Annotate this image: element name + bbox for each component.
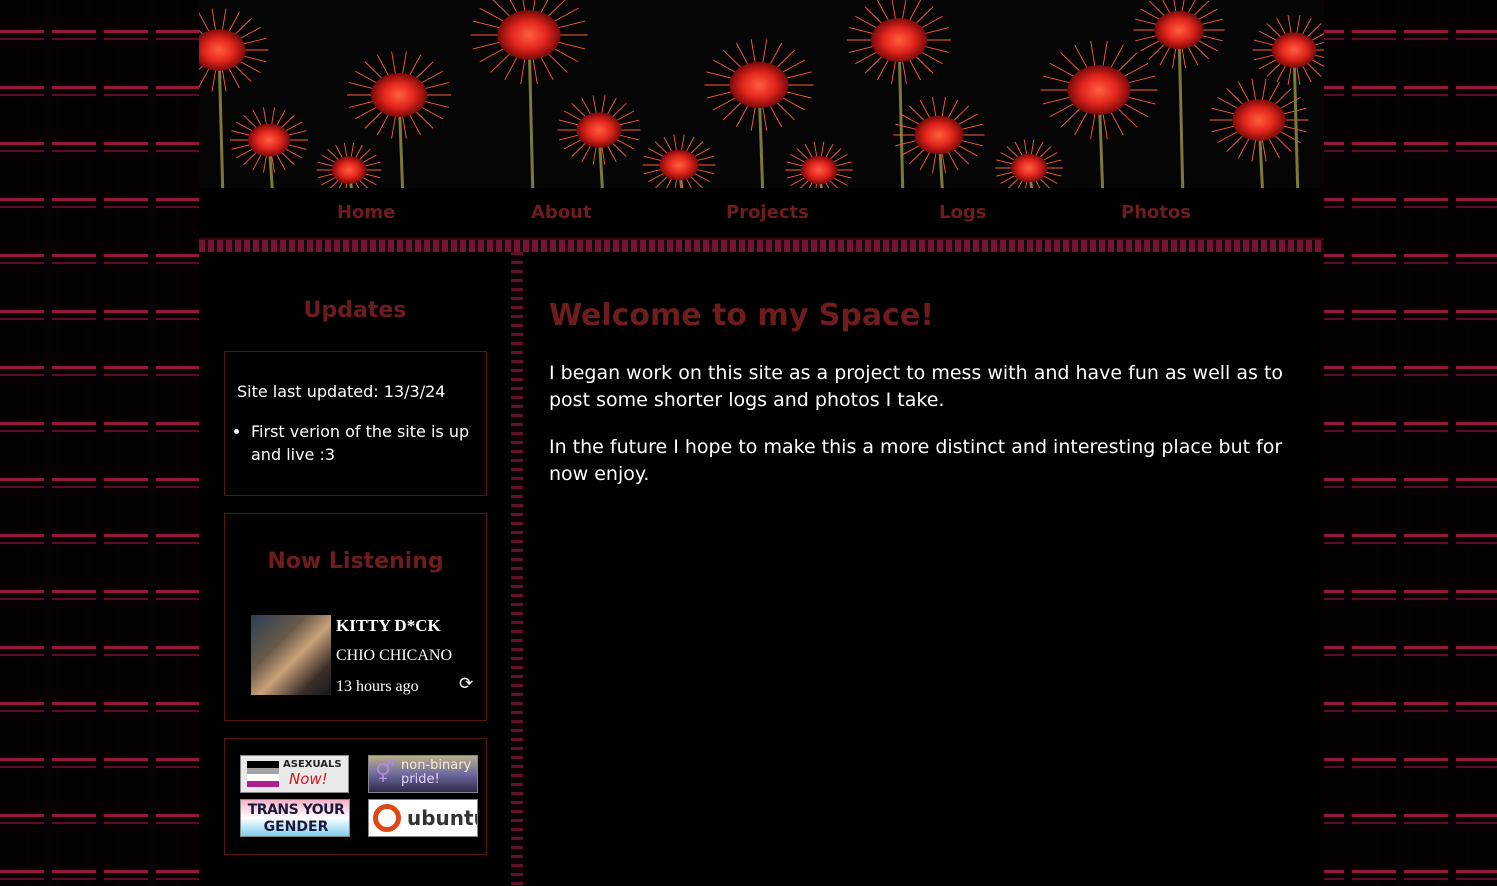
intro-paragraph: I began work on this site as a project t… — [549, 362, 1284, 411]
main-navigation: Home About Projects Logs Photos — [199, 188, 1324, 240]
future-paragraph: In the future I hope to make this a more… — [549, 436, 1283, 485]
trans-your-gender-badge[interactable]: TRANS YOUR GENDER — [240, 799, 350, 837]
asexuals-badge-top: ASEXUALS — [283, 759, 342, 770]
updates-list: First verion of the site is up and live … — [237, 420, 491, 466]
nonbinary-badge-bottom: pride! — [401, 772, 440, 787]
refresh-icon[interactable]: ⟳ — [459, 674, 473, 694]
now-listening-box: Now Listening KITTY D*CK CHIO CHICANO 13… — [224, 513, 487, 721]
trans-badge-bottom: GENDER — [263, 819, 329, 835]
update-item: First verion of the site is up and live … — [251, 420, 491, 466]
track-time: 13 hours ago — [336, 678, 419, 695]
album-art — [251, 615, 331, 695]
ubuntu-badge[interactable]: ubuntu — [368, 799, 478, 837]
non-binary-pride-badge[interactable]: ⚥ non-binary pride! — [368, 755, 478, 793]
main-content: Welcome to my Space! I began work on thi… — [523, 252, 1324, 886]
nonbinary-badge-top: non-binary — [401, 758, 472, 773]
page-container: Home About Projects Logs Photos Updates … — [199, 0, 1324, 886]
column-divider — [511, 252, 523, 886]
nav-about[interactable]: About — [531, 202, 592, 223]
sidebar: Updates Site last updated: 13/3/24 First… — [199, 252, 511, 886]
nonbinary-symbol-icon: ⚥ — [375, 760, 395, 785]
asexual-flag-icon — [247, 761, 279, 787]
nav-logs[interactable]: Logs — [939, 202, 986, 223]
nav-home[interactable]: Home — [337, 202, 395, 223]
updates-box: Site last updated: 13/3/24 First verion … — [224, 351, 487, 496]
ubuntu-logo-icon — [373, 804, 401, 832]
track-title: KITTY D*CK — [336, 616, 441, 635]
trans-badge-top: TRANS YOUR — [247, 802, 345, 818]
last-updated-text: Site last updated: 13/3/24 — [237, 382, 446, 401]
ubuntu-badge-text: ubuntu — [407, 806, 477, 830]
page-title: Welcome to my Space! — [549, 298, 934, 333]
asexuals-badge-bottom: Now! — [289, 770, 328, 788]
asexuals-now-badge[interactable]: ASEXUALS Now! — [240, 755, 349, 793]
nav-photos[interactable]: Photos — [1121, 202, 1191, 223]
badges-box: ASEXUALS Now! ⚥ non-binary pride! TRANS … — [224, 738, 487, 855]
spider-lily-banner-image — [199, 0, 1324, 188]
track-artist: CHIO CHICANO — [336, 647, 452, 664]
updates-heading: Updates — [303, 298, 407, 323]
header-banner — [199, 0, 1324, 188]
nav-divider — [199, 240, 1324, 252]
now-listening-heading: Now Listening — [267, 549, 444, 574]
nav-projects[interactable]: Projects — [726, 202, 809, 223]
